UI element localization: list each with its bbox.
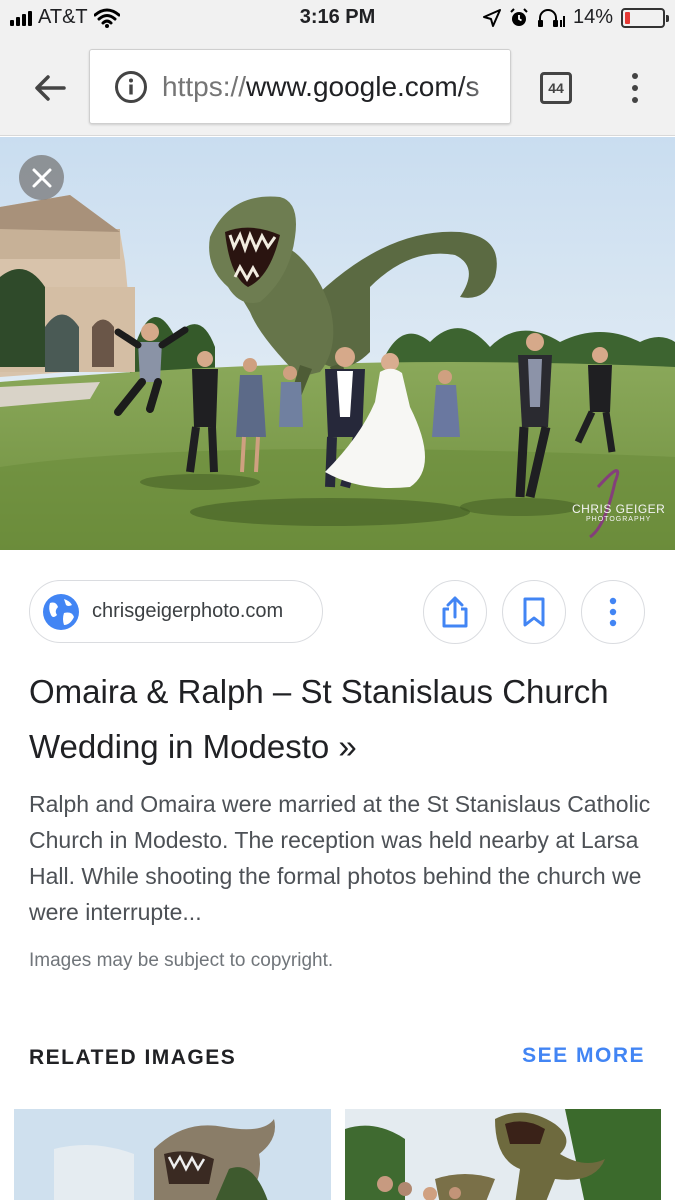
url-host: www.google.com/s <box>246 70 480 102</box>
location-icon <box>482 8 501 27</box>
battery-level-fill <box>625 11 630 24</box>
more-vert-icon <box>609 597 617 627</box>
photo-watermark: CHRIS GEIGER PHOTOGRAPHY <box>572 502 665 523</box>
alarm-icon <box>510 7 528 26</box>
back-arrow-icon <box>35 75 66 101</box>
bookmark-icon <box>523 597 545 627</box>
battery-percent: 14% <box>572 6 613 28</box>
result-snippet: Ralph and Omaira were married at the St … <box>29 791 651 925</box>
tab-switcher-button[interactable]: 44 <box>540 72 572 104</box>
back-button[interactable] <box>28 66 72 110</box>
related-image-thumbnail[interactable] <box>14 1109 331 1200</box>
close-icon <box>32 168 51 187</box>
status-right: 14% <box>482 6 669 29</box>
related-image-2 <box>345 1109 661 1200</box>
wedding-photo <box>0 137 675 550</box>
browser-menu-button[interactable] <box>620 66 650 110</box>
headphones-icon <box>537 8 565 27</box>
info-icon[interactable] <box>114 70 148 104</box>
see-more-link[interactable]: SEE MORE <box>522 1044 645 1068</box>
status-bar: AT&T 3:16 PM 14% <box>0 0 675 38</box>
tab-count: 44 <box>548 80 564 96</box>
source-domain: chrisgeigerphoto.com <box>92 600 284 622</box>
share-button[interactable] <box>423 580 487 644</box>
copyright-notice: Images may be subject to copyright. <box>29 950 334 971</box>
browser-toolbar: https://www.google.com/s 44 <box>0 38 675 136</box>
related-image-thumbnail[interactable] <box>345 1109 661 1200</box>
globe-icon <box>43 593 79 630</box>
result-title[interactable]: Omaira & Ralph – St Stanislaus Church We… <box>29 664 649 774</box>
url-scheme: https:// <box>162 70 247 102</box>
watermark-tagline: PHOTOGRAPHY <box>586 516 652 523</box>
more-options-button[interactable] <box>581 580 645 644</box>
close-viewer-button[interactable] <box>19 155 64 200</box>
battery-icon <box>621 7 669 28</box>
related-image-1 <box>14 1109 331 1200</box>
related-images-heading: RELATED IMAGES <box>29 1046 237 1069</box>
url-fade <box>460 50 510 123</box>
save-button[interactable] <box>502 580 566 644</box>
watermark-name: CHRIS GEIGER <box>572 502 666 516</box>
source-link[interactable]: chrisgeigerphoto.com <box>29 580 323 643</box>
address-bar[interactable]: https://www.google.com/s <box>89 49 511 124</box>
url-text: https://www.google.com/s <box>162 71 479 103</box>
hero-image[interactable] <box>0 137 675 550</box>
share-icon <box>442 596 468 628</box>
